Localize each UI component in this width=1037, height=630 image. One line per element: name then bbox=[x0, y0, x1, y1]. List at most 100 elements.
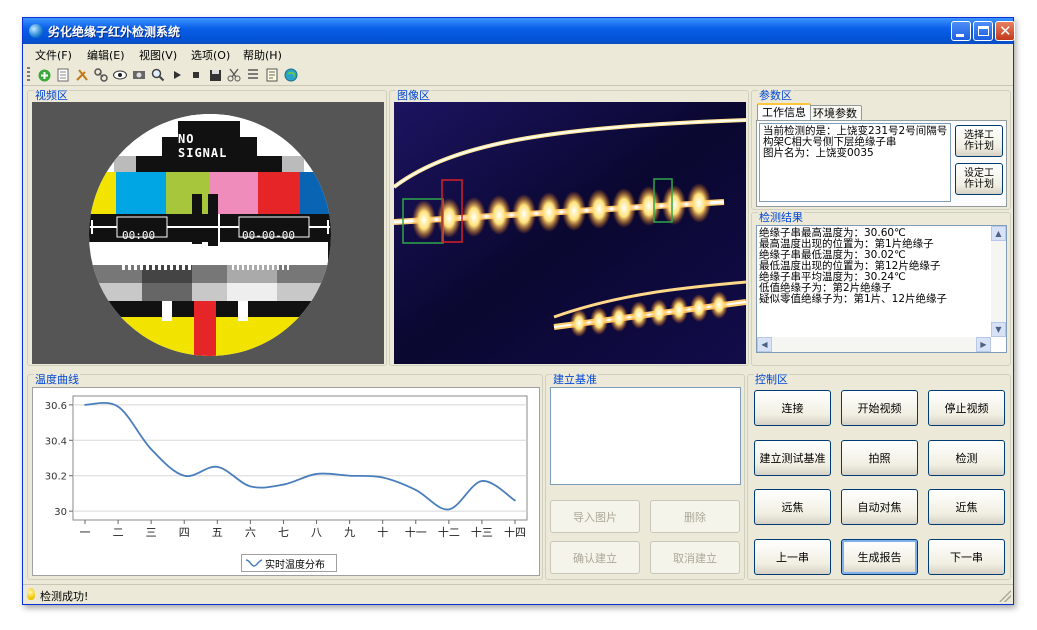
data-point bbox=[282, 483, 285, 486]
select-plan-button[interactable]: 选择工作计划 bbox=[955, 125, 1003, 157]
temp-chart-area: 30 30.2 30.4 30.6 一 二 三 四 五 六 七 八 九 十 十一 十二 十三 十四 实时温度分布 bbox=[32, 387, 540, 576]
legend-line-icon bbox=[245, 559, 263, 567]
document-icon[interactable] bbox=[56, 68, 70, 82]
start-video-button[interactable]: 开始视频 bbox=[841, 390, 918, 426]
lightbulb-icon bbox=[27, 588, 35, 600]
x-tick-label: 十四 bbox=[504, 525, 526, 539]
tab-work-info[interactable]: 工作信息 bbox=[757, 103, 811, 120]
video-feed: NO SIGNAL 00:00 00-00-00 bbox=[32, 102, 384, 364]
stop-video-button[interactable]: 停止视频 bbox=[928, 390, 1005, 426]
data-point bbox=[481, 480, 483, 482]
title-bar[interactable]: 劣化绝缘子红外检测系统 ✕ bbox=[23, 18, 1015, 44]
menu-edit[interactable]: 编辑(E) bbox=[87, 47, 125, 63]
generate-report-button[interactable]: 生成报告 bbox=[841, 539, 918, 575]
work-info-textbox[interactable]: 当前检测的是：上饶变231号2号间隔号 构架C相大号侧下层绝缘子串 图片名为：上… bbox=[759, 123, 951, 202]
settings-icon[interactable] bbox=[246, 68, 260, 82]
y-tick-label: 30.6 bbox=[45, 401, 67, 412]
control-group-label: 控制区 bbox=[754, 373, 789, 386]
results-group: 检测结果 绝缘子串最高温度为：30.60℃ 最高温度出现的位置为：第1片绝缘子 … bbox=[751, 212, 1011, 366]
menu-help[interactable]: 帮助(H) bbox=[243, 47, 282, 63]
far-focus-button[interactable]: 远焦 bbox=[754, 489, 831, 525]
info-line: 图片名为：上饶变0035 bbox=[763, 147, 874, 159]
record-icon[interactable] bbox=[132, 68, 146, 82]
scroll-down-icon[interactable]: ▼ bbox=[991, 322, 1006, 337]
previous-string-button[interactable]: 上一串 bbox=[754, 539, 831, 575]
results-vscrollbar[interactable]: ▲ ▼ bbox=[991, 226, 1006, 337]
baseline-listbox[interactable] bbox=[550, 387, 741, 485]
params-group: 参数区 工作信息 环境参数 当前检测的是：上饶变231号2号间隔号 构架C相大号… bbox=[751, 90, 1011, 210]
menu-view[interactable]: 视图(V) bbox=[139, 47, 177, 63]
window-title: 劣化绝缘子红外检测系统 bbox=[48, 25, 181, 39]
x-tick-label: 六 bbox=[245, 526, 256, 539]
results-textbox[interactable]: 绝缘子串最高温度为：30.60℃ 最高温度出现的位置为：第1片绝缘子 绝缘子串最… bbox=[756, 225, 1007, 353]
notes-icon[interactable] bbox=[265, 68, 279, 82]
menu-options[interactable]: 选项(O) bbox=[191, 47, 230, 63]
menu-file[interactable]: 文件(F) bbox=[35, 47, 72, 63]
baseline-group-label: 建立基准 bbox=[552, 373, 598, 386]
stop-icon[interactable] bbox=[189, 68, 203, 82]
auto-focus-button[interactable]: 自动对焦 bbox=[841, 489, 918, 525]
maximize-button[interactable] bbox=[973, 21, 993, 41]
save-icon[interactable] bbox=[208, 68, 222, 82]
x-tick-label: 八 bbox=[311, 526, 322, 539]
globe-icon[interactable] bbox=[284, 68, 298, 82]
zoom-icon[interactable] bbox=[151, 68, 165, 82]
x-tick-label: 十一 bbox=[405, 525, 427, 539]
scroll-left-icon[interactable]: ◀ bbox=[757, 337, 772, 352]
link-icon[interactable] bbox=[94, 68, 108, 82]
cancel-baseline-button[interactable]: 取消建立 bbox=[650, 541, 740, 574]
scroll-up-icon[interactable]: ▲ bbox=[991, 226, 1006, 241]
tools-icon[interactable] bbox=[75, 68, 89, 82]
no-signal-text: NO SIGNAL bbox=[178, 132, 228, 160]
image-group-label: 图像区 bbox=[396, 89, 431, 102]
x-tick-label: 十二 bbox=[438, 525, 460, 539]
resize-grip[interactable] bbox=[999, 590, 1011, 602]
app-globe-icon bbox=[29, 24, 43, 38]
control-group: 控制区 连接 开始视频 停止视频 建立测试基准 拍照 检测 远焦 自动对焦 近焦… bbox=[747, 374, 1011, 580]
maximize-icon bbox=[978, 26, 989, 36]
x-tick-label: 三 bbox=[146, 526, 157, 539]
scissors-icon[interactable] bbox=[227, 68, 241, 82]
x-tick-label: 十三 bbox=[471, 525, 493, 539]
y-tick-label: 30 bbox=[54, 507, 67, 518]
data-point bbox=[183, 474, 186, 477]
results-hscrollbar[interactable]: ◀ ▶ bbox=[757, 337, 991, 352]
confirm-baseline-button[interactable]: 确认建立 bbox=[550, 541, 640, 574]
eye-icon[interactable] bbox=[113, 68, 127, 82]
toolbar-grip[interactable] bbox=[27, 67, 30, 82]
capture-button[interactable]: 拍照 bbox=[841, 440, 918, 476]
work-info-panel: 当前检测的是：上饶变231号2号间隔号 构架C相大号侧下层绝缘子串 图片名为：上… bbox=[756, 120, 1007, 207]
data-point bbox=[117, 405, 119, 408]
data-point bbox=[348, 474, 351, 477]
import-image-button[interactable]: 导入图片 bbox=[550, 500, 640, 533]
baseline-group: 建立基准 导入图片 删除 确认建立 取消建立 bbox=[545, 374, 745, 580]
thermal-image bbox=[394, 102, 746, 364]
detect-button[interactable]: 检测 bbox=[928, 440, 1005, 476]
toolbar bbox=[23, 64, 1013, 86]
data-point bbox=[514, 499, 516, 502]
minimize-icon bbox=[956, 34, 964, 37]
play-icon[interactable] bbox=[170, 68, 184, 82]
results-group-label: 检测结果 bbox=[758, 211, 804, 224]
next-string-button[interactable]: 下一串 bbox=[928, 539, 1005, 575]
x-tick-label: 九 bbox=[344, 526, 355, 539]
delete-button[interactable]: 删除 bbox=[650, 500, 740, 533]
y-tick-label: 30.4 bbox=[45, 436, 67, 447]
x-tick-label: 二 bbox=[113, 526, 124, 539]
status-bar: 检测成功! bbox=[23, 584, 1013, 604]
set-plan-button[interactable]: 设定工作计划 bbox=[955, 163, 1003, 195]
thermal-insulator-image bbox=[394, 102, 746, 364]
chart-legend: 实时温度分布 bbox=[241, 554, 337, 572]
scroll-right-icon[interactable]: ▶ bbox=[976, 337, 991, 352]
add-icon[interactable] bbox=[37, 68, 51, 82]
connect-button[interactable]: 连接 bbox=[754, 390, 831, 426]
video-group-label: 视频区 bbox=[34, 89, 69, 102]
build-baseline-button[interactable]: 建立测试基准 bbox=[754, 440, 831, 476]
video-group: 视频区 NO SIGNAL 00:00 00-00-00 bbox=[27, 90, 387, 366]
minimize-button[interactable] bbox=[951, 21, 971, 41]
app-window: 劣化绝缘子红外检测系统 ✕ 文件(F) 编辑(E) 视图(V) 选项(O) 帮助… bbox=[22, 17, 1015, 605]
close-button[interactable]: ✕ bbox=[995, 21, 1015, 41]
x-tick-label: 七 bbox=[278, 526, 289, 539]
close-icon: ✕ bbox=[999, 22, 1012, 40]
near-focus-button[interactable]: 近焦 bbox=[928, 489, 1005, 525]
